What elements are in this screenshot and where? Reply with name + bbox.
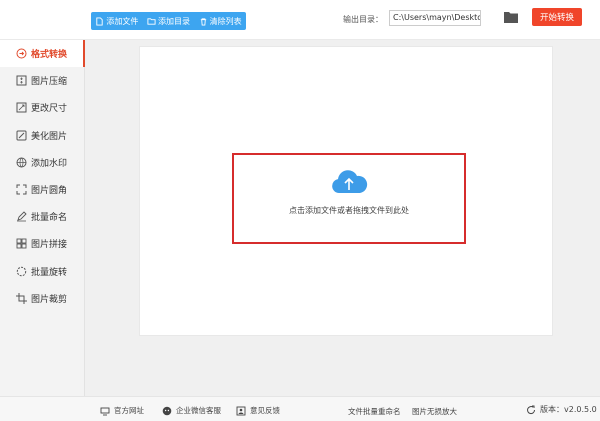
stitch-icon bbox=[16, 238, 27, 249]
wechat-icon bbox=[162, 406, 172, 415]
add-file-label: 添加文件 bbox=[106, 16, 139, 26]
sidebar-item-label: 添加水印 bbox=[31, 158, 68, 169]
official-website-link[interactable]: 官方网址 bbox=[100, 405, 144, 416]
sidebar-item-compress[interactable]: 图片压缩 bbox=[0, 67, 84, 94]
monitor-icon bbox=[100, 407, 110, 415]
clear-list-button[interactable]: 清除列表 bbox=[194, 12, 246, 30]
batch-rename-link[interactable]: 文件批量重命名 bbox=[348, 406, 401, 417]
watermark-icon bbox=[16, 157, 27, 168]
feedback-icon bbox=[236, 406, 246, 415]
add-directory-button[interactable]: 添加目录 bbox=[143, 12, 195, 30]
sidebar-item-label: 图片压缩 bbox=[31, 77, 68, 88]
sidebar-item-label: 图片裁剪 bbox=[31, 294, 68, 305]
sidebar-item-round-corner[interactable]: 图片圆角 bbox=[0, 176, 84, 203]
compress-icon bbox=[16, 75, 27, 86]
official-website-label: 官方网址 bbox=[114, 406, 144, 415]
sidebar-item-batch-rename[interactable]: 批量命名 bbox=[0, 203, 84, 230]
open-folder-icon[interactable] bbox=[504, 11, 518, 23]
sidebar-item-resize[interactable]: 更改尺寸 bbox=[0, 94, 84, 121]
sidebar-item-crop[interactable]: 图片裁剪 bbox=[0, 285, 84, 312]
round-corner-icon bbox=[16, 184, 27, 195]
crop-icon bbox=[16, 292, 27, 304]
top-toolbar: 添加文件 添加目录 清除列表 输出目录： C:\Users\mayn\Deskt… bbox=[0, 0, 600, 40]
output-directory-label: 输出目录： bbox=[343, 15, 383, 24]
clear-list-label: 清除列表 bbox=[209, 16, 242, 26]
sidebar-item-label: 图片拼接 bbox=[31, 240, 68, 251]
wechat-service-link[interactable]: 企业微信客服 bbox=[162, 405, 221, 416]
rotate-icon bbox=[16, 266, 27, 277]
feedback-link[interactable]: 意见反馈 bbox=[236, 405, 280, 416]
file-icon bbox=[96, 16, 103, 26]
sidebar-item-label: 图片圆角 bbox=[31, 186, 68, 197]
version-label: 版本：v2.0.5.0 bbox=[540, 405, 597, 414]
dropzone-text: 点击添加文件或者拖拽文件到此处 bbox=[289, 206, 409, 215]
add-directory-label: 添加目录 bbox=[158, 16, 190, 26]
start-convert-button[interactable]: 开始转换 bbox=[532, 8, 582, 26]
file-dropzone[interactable]: 点击添加文件或者拖拽文件到此处 bbox=[232, 153, 466, 244]
sidebar-item-batch-rotate[interactable]: 批量旋转 bbox=[0, 258, 84, 285]
sidebar-item-format-convert[interactable]: 格式转换 bbox=[0, 40, 85, 68]
bottom-bar: 官方网址 企业微信客服 意见反馈 文件批量重命名 图片无损放大 版本：v2.0.… bbox=[0, 396, 600, 421]
upload-cloud-icon bbox=[332, 170, 368, 193]
sidebar-item-label: 批量命名 bbox=[31, 213, 68, 224]
resize-icon bbox=[16, 102, 27, 113]
wechat-service-label: 企业微信客服 bbox=[176, 406, 221, 415]
sidebar: 格式转换 图片压缩 更改尺寸 美化图片 添加水印 图片圆角 批量命名 图片拼接 … bbox=[0, 40, 85, 396]
beautify-icon bbox=[16, 130, 27, 141]
output-directory-field[interactable]: C:\Users\mayn\Desktop bbox=[389, 10, 481, 26]
lossless-zoom-link[interactable]: 图片无损放大 bbox=[412, 406, 457, 417]
main-area: 点击添加文件或者拖拽文件到此处 bbox=[85, 40, 600, 396]
file-list-panel: 点击添加文件或者拖拽文件到此处 bbox=[139, 46, 553, 336]
sidebar-item-label: 更改尺寸 bbox=[31, 104, 68, 115]
add-file-button[interactable]: 添加文件 bbox=[91, 12, 143, 30]
version-info[interactable]: 版本：v2.0.5.0 bbox=[526, 404, 597, 415]
convert-icon bbox=[16, 48, 27, 59]
sidebar-item-label: 格式转换 bbox=[31, 50, 68, 61]
folder-icon bbox=[147, 17, 156, 25]
sidebar-item-label: 美化图片 bbox=[31, 131, 68, 142]
file-button-group: 添加文件 添加目录 清除列表 bbox=[91, 12, 246, 30]
feedback-label: 意见反馈 bbox=[250, 406, 280, 415]
refresh-icon bbox=[527, 405, 536, 414]
trash-icon bbox=[200, 17, 206, 26]
sidebar-item-watermark[interactable]: 添加水印 bbox=[0, 149, 84, 176]
sidebar-item-stitch[interactable]: 图片拼接 bbox=[0, 230, 84, 257]
rename-icon bbox=[16, 211, 27, 222]
sidebar-item-label: 批量旋转 bbox=[31, 267, 68, 278]
sidebar-item-beautify[interactable]: 美化图片 bbox=[0, 122, 84, 149]
